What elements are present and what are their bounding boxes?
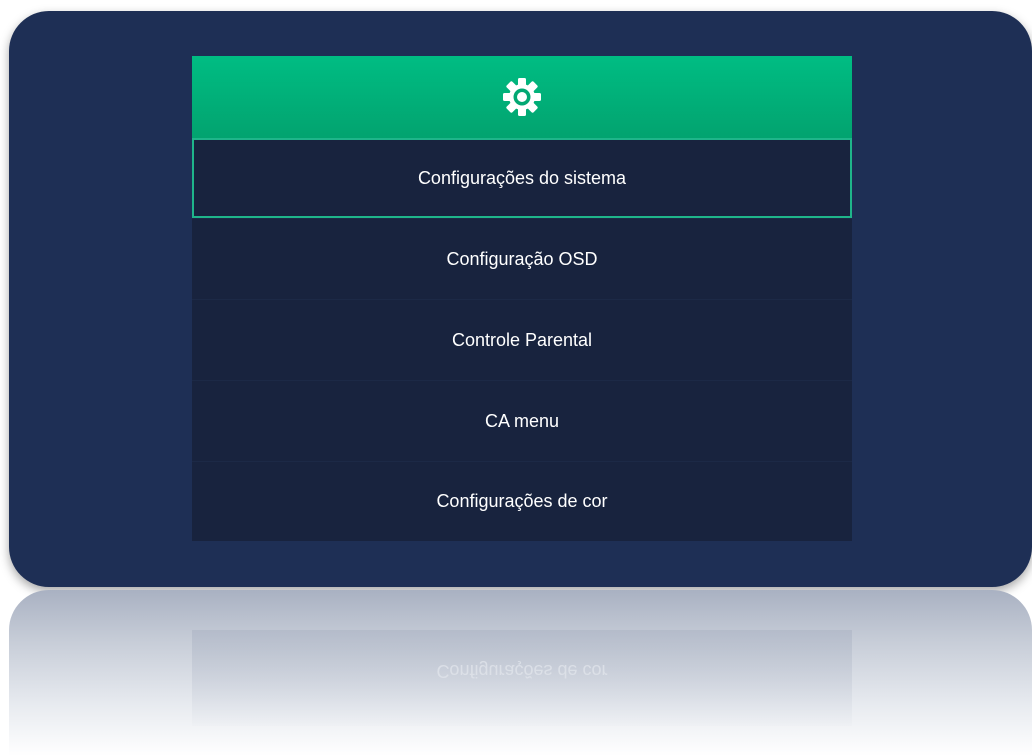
reflection-text: Configurações de cor: [436, 661, 608, 681]
menu-item-system-settings[interactable]: Configurações do sistema: [192, 138, 852, 218]
menu-item-label: Configuração OSD: [446, 248, 598, 269]
settings-menu-panel: Configurações do sistema Configuração OS…: [192, 56, 852, 541]
menu-list: Configurações do sistema Configuração OS…: [192, 138, 852, 541]
gear-icon: [502, 77, 542, 117]
menu-item-osd-settings[interactable]: Configuração OSD: [192, 218, 852, 299]
menu-item-label: Configurações do sistema: [417, 167, 627, 188]
menu-item-label: CA menu: [484, 410, 560, 431]
menu-item-parental-control[interactable]: Controle Parental: [192, 299, 852, 380]
menu-item-label: Controle Parental: [451, 329, 593, 350]
reflection-panel: Configurações de cor: [192, 630, 852, 726]
tv-screen: Configurações do sistema Configuração OS…: [9, 11, 1032, 587]
menu-item-ca-menu[interactable]: CA menu: [192, 380, 852, 461]
menu-item-color-settings[interactable]: Configurações de cor: [192, 461, 852, 541]
menu-item-label: Configurações de cor: [436, 491, 608, 511]
menu-header: [192, 56, 852, 138]
screen-reflection: Configurações de cor: [9, 590, 1032, 756]
